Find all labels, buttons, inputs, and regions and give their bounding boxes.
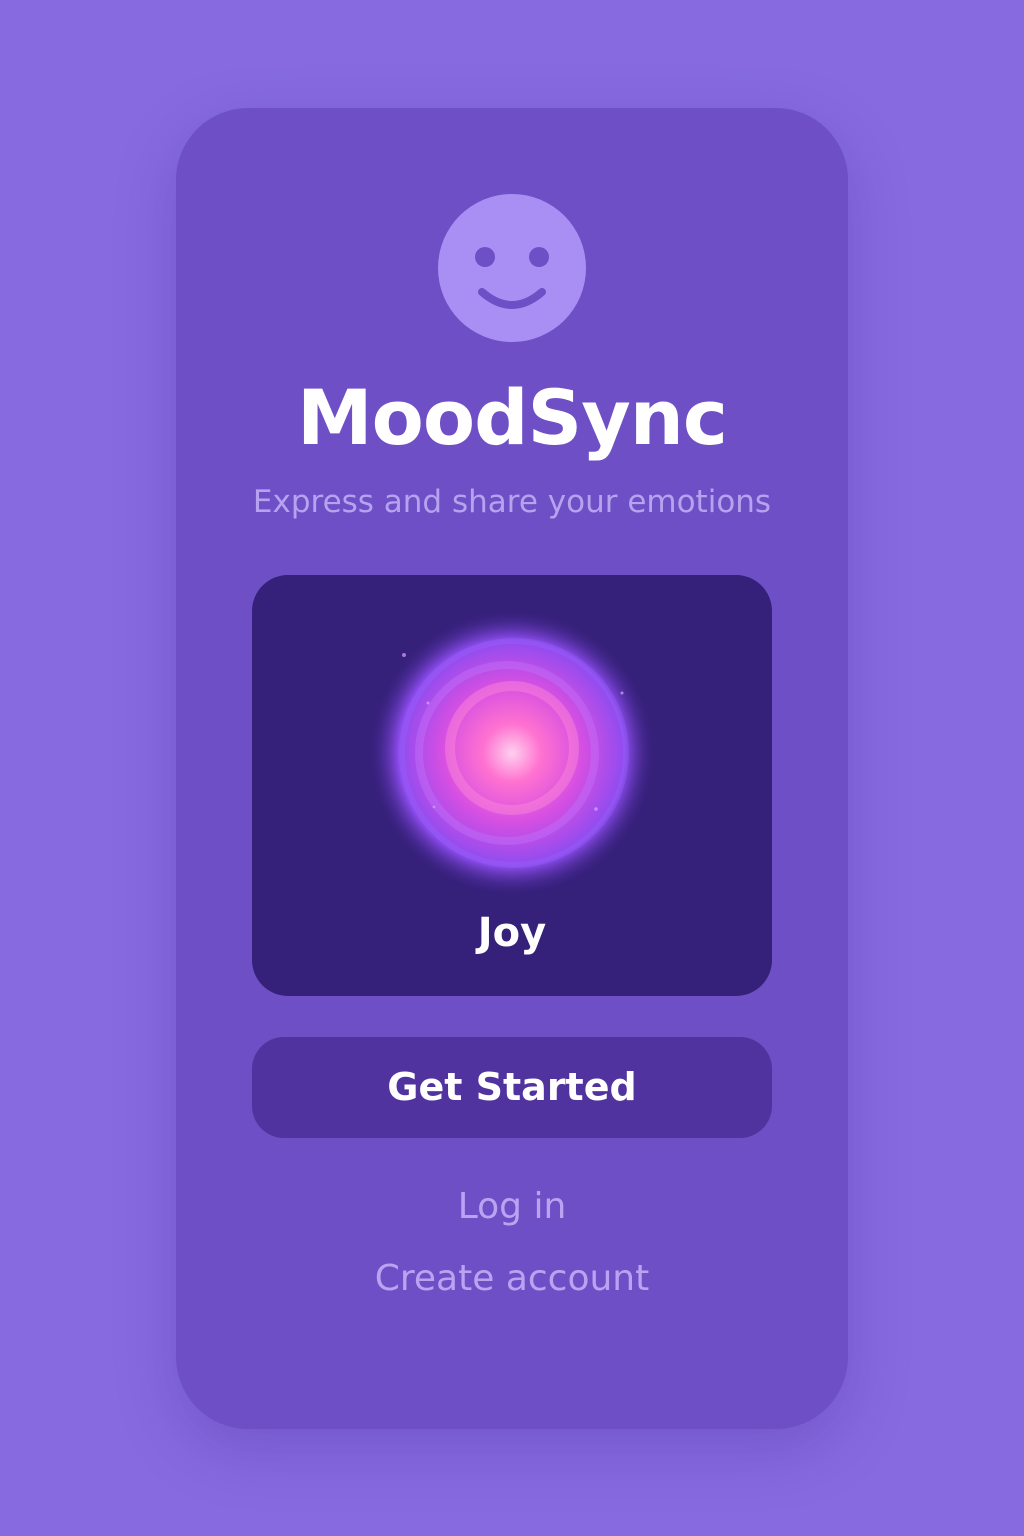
mood-card: Joy (252, 575, 772, 996)
create-account-link[interactable]: Create account (176, 1254, 848, 1304)
app-title: MoodSync (297, 373, 728, 462)
mood-label: Joy (477, 910, 547, 956)
joy-orb-icon (367, 608, 657, 898)
login-link[interactable]: Log in (176, 1182, 848, 1232)
phone-frame: MoodSync Express and share your emotions (176, 108, 848, 1429)
smiley-face-icon (438, 194, 586, 342)
app-tagline: Express and share your emotions (252, 484, 772, 520)
get-started-button[interactable]: Get Started (252, 1037, 772, 1138)
